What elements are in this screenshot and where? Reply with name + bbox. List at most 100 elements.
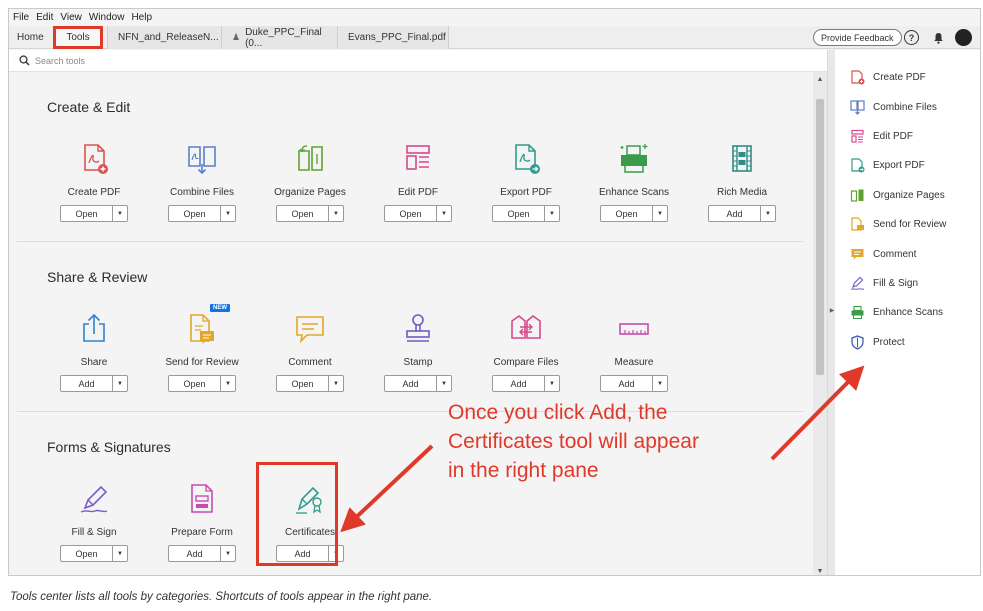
- right-pane-item-export-pdf[interactable]: Export PDF: [835, 151, 980, 180]
- right-pane-item-organize-pages[interactable]: Organize Pages: [835, 181, 980, 210]
- menu-edit[interactable]: Edit: [36, 12, 53, 23]
- scroll-down-icon[interactable]: ▼: [813, 568, 827, 575]
- chevron-down-icon[interactable]: ▼: [760, 206, 775, 221]
- tool-label: Send for Review: [165, 357, 239, 368]
- open-button[interactable]: Open ▼: [492, 205, 560, 222]
- create-pdf-icon[interactable]: [77, 142, 111, 176]
- tool-label: Stamp: [403, 357, 433, 368]
- button-label: Add: [78, 378, 95, 389]
- stamp-icon[interactable]: [401, 312, 435, 346]
- organize-pages-icon[interactable]: [293, 142, 327, 176]
- add-button[interactable]: Add ▼: [384, 375, 452, 392]
- tab-document-1-label: NFN_and_ReleaseN...: [118, 32, 219, 43]
- right-pane-item-send-for-review[interactable]: Send for Review: [835, 210, 980, 239]
- comment-icon[interactable]: [293, 312, 327, 346]
- open-button[interactable]: Open ▼: [60, 545, 128, 562]
- tab-tools[interactable]: Tools: [53, 26, 103, 49]
- add-button[interactable]: Add ▼: [708, 205, 776, 222]
- button-label: Open: [399, 208, 422, 219]
- search-tools-input[interactable]: [35, 55, 235, 66]
- enhance-scans-icon[interactable]: [617, 142, 651, 176]
- tool-fill-sign: Fill & Sign Open ▼: [39, 482, 149, 562]
- tool-comment: Comment Open ▼: [255, 312, 365, 392]
- combine-files-icon[interactable]: [185, 142, 219, 176]
- edit-pdf-icon[interactable]: [401, 142, 435, 176]
- button-label: Open: [291, 378, 314, 389]
- user-icon: ♟: [232, 32, 241, 42]
- open-button[interactable]: Open ▼: [60, 205, 128, 222]
- rich-media-icon[interactable]: [725, 142, 759, 176]
- export-pdf-icon[interactable]: [509, 142, 543, 176]
- button-label: Open: [291, 208, 314, 219]
- tool-label: Edit PDF: [397, 187, 438, 198]
- help-icon[interactable]: ?: [904, 30, 919, 45]
- user-avatar[interactable]: [955, 29, 972, 46]
- provide-feedback-button[interactable]: Provide Feedback: [813, 29, 902, 46]
- fill-sign-icon[interactable]: [77, 482, 111, 516]
- chevron-down-icon[interactable]: ▼: [220, 376, 235, 391]
- share-icon[interactable]: [77, 312, 111, 346]
- menu-view[interactable]: View: [60, 12, 82, 23]
- chevron-down-icon[interactable]: ▼: [220, 206, 235, 221]
- compare-files-icon[interactable]: [509, 312, 543, 346]
- send-for-review-icon[interactable]: [185, 312, 219, 346]
- tab-document-3-label: Evans_PPC_Final.pdf: [348, 32, 446, 43]
- tab-home[interactable]: Home: [17, 26, 44, 49]
- add-button[interactable]: Add ▼: [168, 545, 236, 562]
- scroll-thumb[interactable]: [816, 99, 824, 375]
- vertical-scrollbar[interactable]: ▲ ▼: [813, 72, 827, 575]
- notification-bell-icon[interactable]: [931, 30, 946, 45]
- open-button[interactable]: Open ▼: [168, 205, 236, 222]
- right-pane-toggle[interactable]: ▶: [827, 50, 835, 575]
- menu-window[interactable]: Window: [89, 12, 125, 23]
- tool-label: Enhance Scans: [598, 187, 670, 198]
- right-pane-item-fill-sign[interactable]: Fill & Sign: [835, 269, 980, 298]
- chevron-down-icon[interactable]: ▼: [112, 206, 127, 221]
- open-button[interactable]: Open ▼: [384, 205, 452, 222]
- annotation-text: Once you click Add, the Certificates too…: [448, 398, 699, 485]
- tool-label: Share: [80, 357, 108, 368]
- right-pane-item-combine-files[interactable]: Combine Files: [835, 92, 980, 121]
- chevron-down-icon[interactable]: ▼: [220, 546, 235, 561]
- menu-file[interactable]: File: [13, 12, 29, 23]
- tool-create-pdf: Create PDF Open ▼: [39, 142, 149, 222]
- chevron-down-icon[interactable]: ▼: [328, 206, 343, 221]
- add-button[interactable]: Add ▼: [600, 375, 668, 392]
- scroll-up-icon[interactable]: ▲: [813, 76, 827, 83]
- tool-label: Comment: [288, 357, 332, 368]
- right-pane-item-edit-pdf[interactable]: Edit PDF: [835, 122, 980, 151]
- open-button[interactable]: Open ▼: [276, 205, 344, 222]
- chevron-down-icon[interactable]: ▼: [652, 376, 667, 391]
- prepare-form-icon[interactable]: [185, 482, 219, 516]
- tab-document-3[interactable]: Evans_PPC_Final.pdf: [337, 26, 449, 49]
- tab-document-2[interactable]: ♟ Duke_PPC_Final (0...: [221, 26, 337, 49]
- right-pane-label: Export PDF: [873, 160, 925, 172]
- right-pane-item-create-pdf[interactable]: Create PDF: [835, 63, 980, 92]
- open-button[interactable]: Open ▼: [600, 205, 668, 222]
- tool-label: Create PDF: [67, 187, 121, 198]
- tool-organize-pages: Organize Pages Open ▼: [255, 142, 365, 222]
- chevron-down-icon[interactable]: ▼: [544, 376, 559, 391]
- measure-icon[interactable]: [617, 312, 651, 346]
- right-pane-label: Fill & Sign: [873, 277, 919, 289]
- chevron-down-icon[interactable]: ▼: [436, 376, 451, 391]
- chevron-down-icon[interactable]: ▼: [112, 546, 127, 561]
- open-button[interactable]: Open ▼: [276, 375, 344, 392]
- button-label: Open: [75, 548, 98, 559]
- chevron-down-icon[interactable]: ▼: [112, 376, 127, 391]
- tab-document-1[interactable]: NFN_and_ReleaseN...: [107, 26, 221, 49]
- open-button[interactable]: Open ▼: [168, 375, 236, 392]
- menu-help[interactable]: Help: [131, 12, 152, 23]
- chevron-down-icon[interactable]: ▼: [328, 376, 343, 391]
- right-pane-item-enhance-scans[interactable]: Enhance Scans: [835, 298, 980, 327]
- right-pane-item-comment[interactable]: Comment: [835, 239, 980, 268]
- tool-send-for-review: NEW Send for Review Open ▼: [147, 304, 257, 392]
- tool-label: Combine Files: [170, 187, 234, 198]
- add-button[interactable]: Add ▼: [492, 375, 560, 392]
- chevron-down-icon[interactable]: ▼: [544, 206, 559, 221]
- button-label: Open: [75, 208, 98, 219]
- right-pane-item-protect[interactable]: Protect: [835, 328, 980, 357]
- chevron-down-icon[interactable]: ▼: [436, 206, 451, 221]
- chevron-down-icon[interactable]: ▼: [652, 206, 667, 221]
- add-button[interactable]: Add ▼: [60, 375, 128, 392]
